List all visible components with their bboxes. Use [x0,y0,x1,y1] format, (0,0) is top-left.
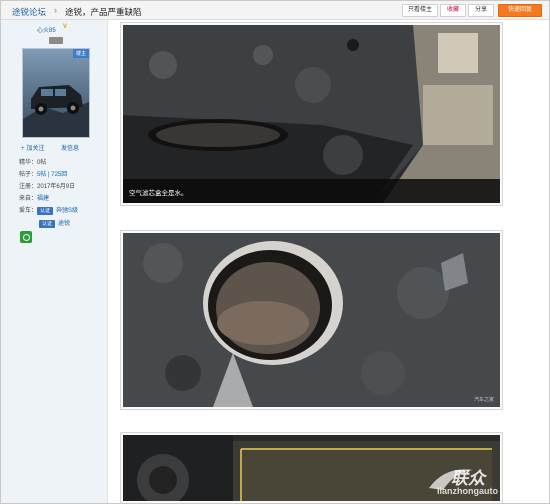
car-model-link-2[interactable]: 途锐 [58,221,70,227]
vip-icon: V [63,24,68,30]
stat-posts: 帖子：5帖 | 725回 [19,169,67,178]
op-badge: 楼主 [72,49,89,58]
stat-registered: 注册：2017年6月9日 [19,181,75,190]
post-photo-2[interactable]: 汽车之家 [120,230,503,410]
photo-watermark: 汽车之家 [473,397,494,403]
cert-badge-2: 认证 [39,220,56,228]
post-content: 空气滤芯盒全是水。 汽车之家 [108,20,549,503]
medal-icon [20,231,32,243]
photo-1-image: 空气滤芯盒全是水。 [123,25,500,203]
message-link[interactable]: 发信息 [61,143,79,152]
site-watermark-logo: 联众 lianzhongauto [425,462,543,500]
stat-car-2: 认证 途锐 [39,218,70,228]
quick-reply-button[interactable]: 快速回复 [498,4,542,17]
thread-title: 途锐，产品严重缺陷 [65,7,142,17]
level-badge-icon [49,37,63,44]
thread-header: 途锐论坛 › 途锐，产品严重缺陷 只看楼主 收藏 分享 快速回复 [1,1,549,20]
only-author-button[interactable]: 只看楼主 [402,4,438,17]
post-photo-1[interactable]: 空气滤芯盒全是水。 [120,22,503,206]
stat-registered-value: 2017年6月9日 [37,184,76,190]
car-model-link[interactable]: 奔驰S级 [56,208,78,214]
follow-link[interactable]: + 加关注 [21,143,45,152]
stat-essence-label: 精华： [19,160,38,166]
cert-badge: 认证 [37,207,54,215]
share-button[interactable]: 分享 [468,4,494,17]
stat-car: 爱车： 认证 奔驰S级 [19,205,78,215]
stat-registered-label: 注册： [19,184,38,190]
stat-posts-value[interactable]: 5帖 | 725回 [37,172,67,178]
author-sidebar: 心火85 V 楼主 + 加关注 发信息 精华：0帖 帖子：5帖 | 725回 注… [1,20,108,503]
follow-label: 加关注 [26,146,45,152]
stat-from: 来自：福建 [19,193,49,202]
stat-from-label: 来自： [19,196,38,202]
breadcrumb-separator: › [54,5,57,15]
watermark-logo-url: lianzhongauto [437,486,498,496]
avatar[interactable]: 楼主 [22,48,90,138]
breadcrumb-forum-link[interactable]: 途锐论坛 [12,6,46,18]
photo-2-image: 汽车之家 [123,233,500,407]
stat-essence-value: 0帖 [37,160,47,166]
plus-icon: + [21,146,25,152]
airbox-wet-image [123,25,500,203]
avatar-suv-image [23,49,89,137]
stat-essence: 精华：0帖 [19,157,46,166]
stat-from-value[interactable]: 福建 [37,196,49,202]
photo-caption: 空气滤芯盒全是水。 [123,179,500,203]
favorite-button[interactable]: 收藏 [440,4,466,17]
stat-car-label: 爱车： [19,208,38,214]
author-username[interactable]: 心火85 [37,25,56,34]
intake-opening-image [123,233,500,407]
stat-posts-label: 帖子： [19,172,38,178]
